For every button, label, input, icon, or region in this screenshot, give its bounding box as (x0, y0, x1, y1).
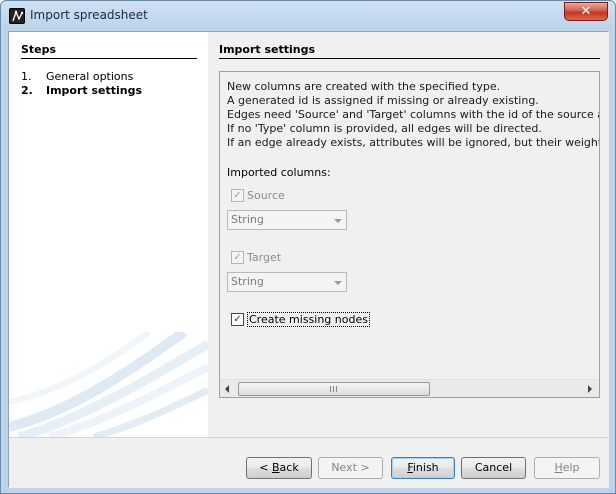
step-number: 2. (21, 84, 33, 97)
info-line: If no 'Type' column is provided, all edg… (227, 122, 542, 135)
select-value: String (231, 213, 264, 226)
step-label: Import settings (46, 84, 143, 97)
checkbox-label: Source (247, 189, 285, 202)
imported-columns-label: Imported columns: (227, 166, 331, 179)
checkmark-icon: ✓ (231, 313, 244, 326)
checkmark-icon: ✓ (231, 189, 244, 202)
checkbox-label: Target (247, 251, 282, 264)
grip-icon (330, 386, 337, 392)
close-button[interactable]: ✕ (564, 2, 608, 21)
wizard-decoration-graphic (9, 332, 208, 437)
button-label-rest: ack (279, 461, 299, 474)
info-line: Edges need 'Source' and 'Target' columns… (227, 108, 599, 121)
step-import-settings: 2. Import settings (21, 84, 142, 97)
info-line: A generated id is assigned if missing or… (227, 94, 539, 107)
cancel-button[interactable]: Cancel (461, 457, 526, 479)
import-spreadsheet-window: Import spreadsheet ✕ Steps 1. General opt… (0, 0, 616, 494)
info-text: New columns are created with the specifi… (227, 80, 599, 150)
back-button[interactable]: < Back (246, 457, 312, 479)
info-line: New columns are created with the specifi… (227, 80, 501, 93)
button-mnemonic: B (272, 461, 280, 474)
button-label-rest: inish (412, 461, 439, 474)
step-label: General options (46, 70, 134, 83)
gephi-icon (9, 8, 25, 24)
panel-divider (219, 58, 600, 59)
chevron-down-icon (334, 281, 342, 285)
scroll-left-icon[interactable] (225, 385, 229, 393)
button-mnemonic: H (554, 461, 563, 474)
button-label-rest: elp (562, 461, 580, 474)
title-bar[interactable]: Import spreadsheet ✕ (1, 1, 615, 31)
steps-heading: Steps (21, 43, 57, 56)
window-title: Import spreadsheet (30, 8, 148, 22)
checkmark-icon: ✓ (231, 251, 244, 264)
scrollbar-thumb[interactable] (238, 382, 430, 396)
steps-sidebar: Steps 1. General options 2. Import setting… (9, 32, 208, 437)
target-type-select[interactable]: String (227, 272, 347, 292)
horizontal-scrollbar[interactable] (220, 379, 599, 397)
panel-heading: Import settings (219, 43, 316, 56)
info-line: If an edge already exists, attributes wi… (227, 136, 599, 149)
help-button[interactable]: Help (534, 457, 600, 479)
select-value: String (231, 275, 264, 288)
chevron-down-icon (334, 219, 342, 223)
finish-button[interactable]: Finish (391, 457, 455, 479)
import-settings-panel: Import settings New columns are created … (208, 32, 609, 437)
dialog-body: Steps 1. General options 2. Import setting… (8, 31, 609, 488)
scroll-right-icon[interactable] (588, 385, 592, 393)
steps-divider (21, 58, 197, 59)
button-label-prefix: < (259, 461, 272, 474)
checkbox-label: Create missing nodes (247, 312, 370, 327)
source-type-select[interactable]: String (227, 210, 347, 230)
settings-scroll-area[interactable]: New columns are created with the specifi… (219, 71, 600, 398)
step-general-options: 1. General options (21, 70, 133, 83)
step-number: 1. (21, 70, 32, 83)
button-bar: < Back Next > Finish Cancel Help (9, 437, 609, 488)
close-icon: ✕ (580, 4, 592, 19)
next-button[interactable]: Next > (318, 457, 383, 479)
